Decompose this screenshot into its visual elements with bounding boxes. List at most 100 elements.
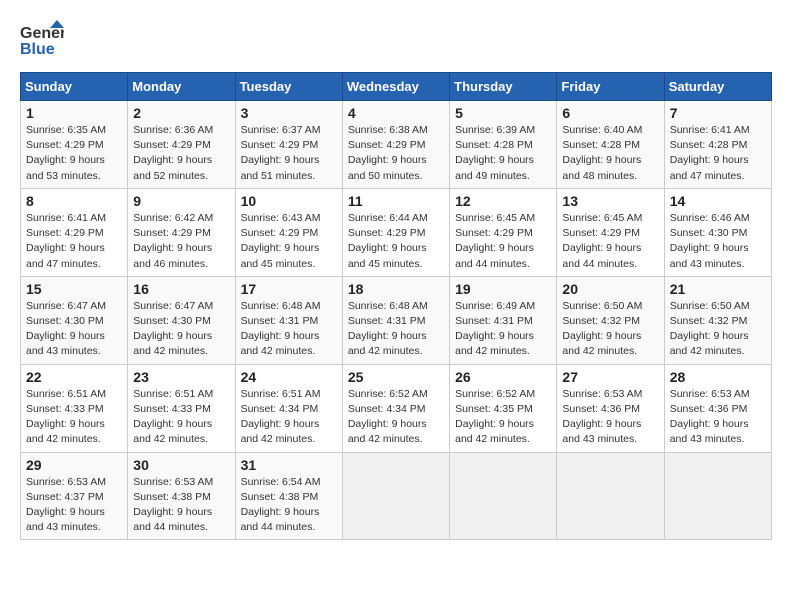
calendar-cell [664, 452, 771, 540]
sunset-label: Sunset: 4:29 PM [348, 227, 426, 239]
daylight-label: Daylight: 9 hours and 47 minutes. [670, 154, 749, 181]
day-info: Sunrise: 6:47 AM Sunset: 4:30 PM Dayligh… [26, 299, 122, 360]
day-info: Sunrise: 6:49 AM Sunset: 4:31 PM Dayligh… [455, 299, 551, 360]
calendar-cell: 19 Sunrise: 6:49 AM Sunset: 4:31 PM Dayl… [450, 276, 557, 364]
day-info: Sunrise: 6:51 AM Sunset: 4:33 PM Dayligh… [133, 387, 229, 448]
week-row-2: 8 Sunrise: 6:41 AM Sunset: 4:29 PM Dayli… [21, 188, 772, 276]
day-info: Sunrise: 6:37 AM Sunset: 4:29 PM Dayligh… [241, 123, 337, 184]
page-header: General Blue [20, 20, 772, 56]
daylight-label: Daylight: 9 hours and 48 minutes. [562, 154, 641, 181]
sunset-label: Sunset: 4:29 PM [26, 227, 104, 239]
day-info: Sunrise: 6:48 AM Sunset: 4:31 PM Dayligh… [348, 299, 444, 360]
week-row-3: 15 Sunrise: 6:47 AM Sunset: 4:30 PM Dayl… [21, 276, 772, 364]
calendar-cell: 30 Sunrise: 6:53 AM Sunset: 4:38 PM Dayl… [128, 452, 235, 540]
calendar-cell: 6 Sunrise: 6:40 AM Sunset: 4:28 PM Dayli… [557, 101, 664, 189]
day-info: Sunrise: 6:52 AM Sunset: 4:34 PM Dayligh… [348, 387, 444, 448]
sunset-label: Sunset: 4:36 PM [670, 403, 748, 415]
day-number: 1 [26, 105, 122, 121]
sunset-label: Sunset: 4:36 PM [562, 403, 640, 415]
sunset-label: Sunset: 4:31 PM [455, 315, 533, 327]
day-info: Sunrise: 6:53 AM Sunset: 4:36 PM Dayligh… [670, 387, 766, 448]
daylight-label: Daylight: 9 hours and 44 minutes. [133, 506, 212, 533]
weekday-saturday: Saturday [664, 73, 771, 101]
day-info: Sunrise: 6:53 AM Sunset: 4:38 PM Dayligh… [133, 475, 229, 536]
daylight-label: Daylight: 9 hours and 43 minutes. [26, 506, 105, 533]
sunset-label: Sunset: 4:38 PM [241, 491, 319, 503]
calendar-cell: 28 Sunrise: 6:53 AM Sunset: 4:36 PM Dayl… [664, 364, 771, 452]
sunrise-label: Sunrise: 6:42 AM [133, 212, 213, 224]
day-number: 22 [26, 369, 122, 385]
daylight-label: Daylight: 9 hours and 42 minutes. [348, 418, 427, 445]
sunset-label: Sunset: 4:32 PM [562, 315, 640, 327]
daylight-label: Daylight: 9 hours and 44 minutes. [241, 506, 320, 533]
day-number: 5 [455, 105, 551, 121]
day-number: 11 [348, 193, 444, 209]
sunrise-label: Sunrise: 6:37 AM [241, 124, 321, 136]
daylight-label: Daylight: 9 hours and 52 minutes. [133, 154, 212, 181]
sunset-label: Sunset: 4:29 PM [26, 139, 104, 151]
sunrise-label: Sunrise: 6:51 AM [26, 388, 106, 400]
day-info: Sunrise: 6:52 AM Sunset: 4:35 PM Dayligh… [455, 387, 551, 448]
sunrise-label: Sunrise: 6:51 AM [241, 388, 321, 400]
sunrise-label: Sunrise: 6:51 AM [133, 388, 213, 400]
sunrise-label: Sunrise: 6:53 AM [562, 388, 642, 400]
sunset-label: Sunset: 4:29 PM [241, 139, 319, 151]
day-info: Sunrise: 6:53 AM Sunset: 4:36 PM Dayligh… [562, 387, 658, 448]
day-info: Sunrise: 6:47 AM Sunset: 4:30 PM Dayligh… [133, 299, 229, 360]
sunset-label: Sunset: 4:30 PM [670, 227, 748, 239]
sunrise-label: Sunrise: 6:41 AM [670, 124, 750, 136]
day-info: Sunrise: 6:44 AM Sunset: 4:29 PM Dayligh… [348, 211, 444, 272]
day-number: 30 [133, 457, 229, 473]
day-number: 23 [133, 369, 229, 385]
day-info: Sunrise: 6:50 AM Sunset: 4:32 PM Dayligh… [670, 299, 766, 360]
sunset-label: Sunset: 4:31 PM [348, 315, 426, 327]
calendar-cell: 7 Sunrise: 6:41 AM Sunset: 4:28 PM Dayli… [664, 101, 771, 189]
daylight-label: Daylight: 9 hours and 42 minutes. [26, 418, 105, 445]
weekday-sunday: Sunday [21, 73, 128, 101]
sunset-label: Sunset: 4:28 PM [670, 139, 748, 151]
daylight-label: Daylight: 9 hours and 45 minutes. [241, 242, 320, 269]
sunset-label: Sunset: 4:29 PM [133, 227, 211, 239]
sunrise-label: Sunrise: 6:52 AM [348, 388, 428, 400]
day-number: 9 [133, 193, 229, 209]
day-number: 27 [562, 369, 658, 385]
daylight-label: Daylight: 9 hours and 46 minutes. [133, 242, 212, 269]
day-info: Sunrise: 6:48 AM Sunset: 4:31 PM Dayligh… [241, 299, 337, 360]
day-number: 25 [348, 369, 444, 385]
calendar-cell: 29 Sunrise: 6:53 AM Sunset: 4:37 PM Dayl… [21, 452, 128, 540]
daylight-label: Daylight: 9 hours and 47 minutes. [26, 242, 105, 269]
day-number: 7 [670, 105, 766, 121]
daylight-label: Daylight: 9 hours and 44 minutes. [455, 242, 534, 269]
day-number: 6 [562, 105, 658, 121]
day-number: 18 [348, 281, 444, 297]
sunset-label: Sunset: 4:30 PM [133, 315, 211, 327]
calendar-cell: 8 Sunrise: 6:41 AM Sunset: 4:29 PM Dayli… [21, 188, 128, 276]
calendar-cell: 9 Sunrise: 6:42 AM Sunset: 4:29 PM Dayli… [128, 188, 235, 276]
calendar-cell: 10 Sunrise: 6:43 AM Sunset: 4:29 PM Dayl… [235, 188, 342, 276]
daylight-label: Daylight: 9 hours and 42 minutes. [562, 330, 641, 357]
weekday-friday: Friday [557, 73, 664, 101]
calendar-cell: 22 Sunrise: 6:51 AM Sunset: 4:33 PM Dayl… [21, 364, 128, 452]
calendar-cell: 16 Sunrise: 6:47 AM Sunset: 4:30 PM Dayl… [128, 276, 235, 364]
day-number: 19 [455, 281, 551, 297]
sunset-label: Sunset: 4:35 PM [455, 403, 533, 415]
calendar-cell: 23 Sunrise: 6:51 AM Sunset: 4:33 PM Dayl… [128, 364, 235, 452]
sunrise-label: Sunrise: 6:53 AM [133, 476, 213, 488]
sunset-label: Sunset: 4:33 PM [26, 403, 104, 415]
sunrise-label: Sunrise: 6:46 AM [670, 212, 750, 224]
sunset-label: Sunset: 4:29 PM [455, 227, 533, 239]
calendar-body: 1 Sunrise: 6:35 AM Sunset: 4:29 PM Dayli… [21, 101, 772, 540]
sunset-label: Sunset: 4:28 PM [562, 139, 640, 151]
daylight-label: Daylight: 9 hours and 53 minutes. [26, 154, 105, 181]
sunrise-label: Sunrise: 6:49 AM [455, 300, 535, 312]
calendar-cell [342, 452, 449, 540]
weekday-monday: Monday [128, 73, 235, 101]
sunrise-label: Sunrise: 6:45 AM [562, 212, 642, 224]
sunrise-label: Sunrise: 6:52 AM [455, 388, 535, 400]
sunset-label: Sunset: 4:37 PM [26, 491, 104, 503]
daylight-label: Daylight: 9 hours and 44 minutes. [562, 242, 641, 269]
day-info: Sunrise: 6:35 AM Sunset: 4:29 PM Dayligh… [26, 123, 122, 184]
daylight-label: Daylight: 9 hours and 42 minutes. [455, 330, 534, 357]
day-number: 17 [241, 281, 337, 297]
calendar-cell: 1 Sunrise: 6:35 AM Sunset: 4:29 PM Dayli… [21, 101, 128, 189]
